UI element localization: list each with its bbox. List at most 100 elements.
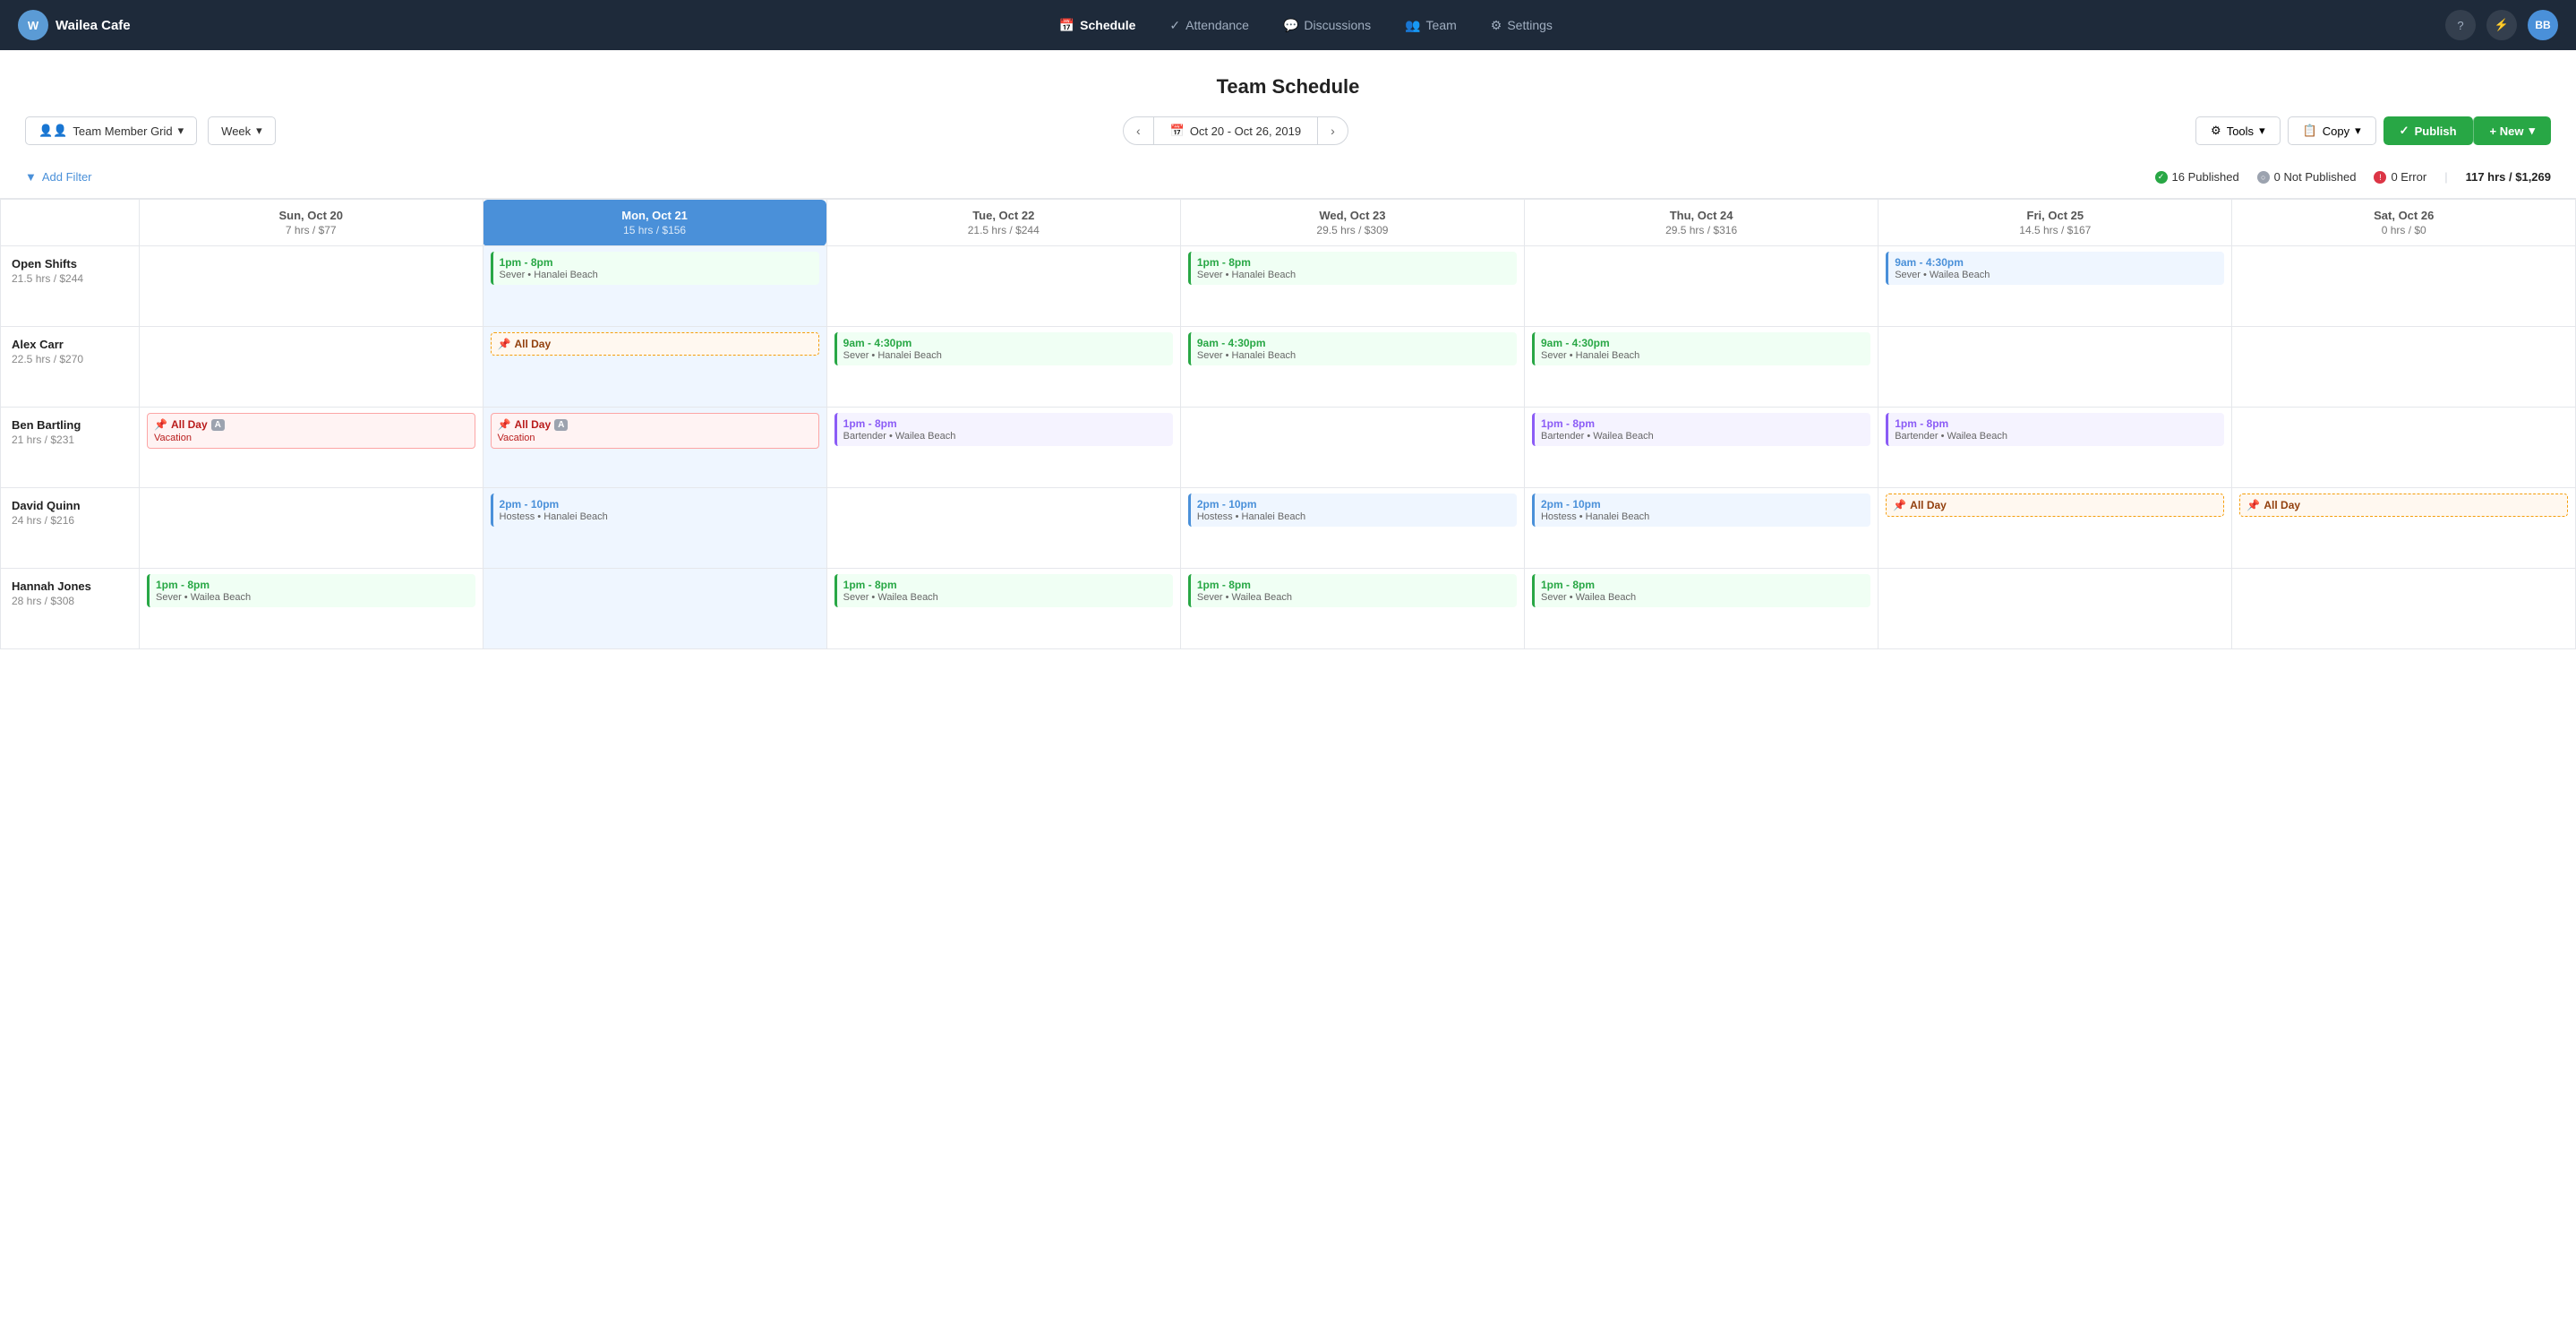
empty-shift-cell[interactable] — [2232, 569, 2576, 649]
shift-cell[interactable]: 📌 All Day — [1879, 488, 2232, 569]
not-published-stat: ○ 0 Not Published — [2257, 170, 2357, 184]
shift-cell[interactable]: 9am - 4:30pm Sever • Hanalei Beach — [1524, 327, 1878, 408]
week-selector[interactable]: Week ▾ — [208, 116, 276, 145]
table-row: David Quinn 24 hrs / $216 2pm - 10pm Hos… — [1, 488, 2576, 569]
shift-cell[interactable]: 1pm - 8pm Sever • Wailea Beach — [1180, 569, 1524, 649]
shift-card[interactable]: 2pm - 10pm Hostess • Hanalei Beach — [491, 494, 819, 527]
shift-cell[interactable]: 1pm - 8pm Sever • Wailea Beach — [1524, 569, 1878, 649]
shift-cell[interactable]: 1pm - 8pm Bartender • Wailea Beach — [1524, 408, 1878, 488]
shift-location: Sever • Wailea Beach — [1895, 270, 2218, 280]
shift-cell[interactable]: 1pm - 8pm Sever • Wailea Beach — [140, 569, 484, 649]
empty-shift-cell[interactable] — [826, 488, 1180, 569]
view-selector[interactable]: 👤👤 Team Member Grid ▾ — [25, 116, 197, 145]
shift-cell[interactable]: 1pm - 8pm Sever • Hanalei Beach — [1180, 246, 1524, 327]
empty-shift-cell[interactable] — [2232, 246, 2576, 327]
nav-links: 📅 Schedule ✓ Attendance 💬 Discussions 👥 … — [167, 11, 2445, 40]
employee-name-cell: Alex Carr 22.5 hrs / $270 — [1, 327, 140, 408]
nav-settings[interactable]: ⚙ Settings — [1476, 11, 1567, 40]
shift-card[interactable]: 1pm - 8pm Bartender • Wailea Beach — [1532, 413, 1870, 446]
empty-shift-cell[interactable] — [140, 327, 484, 408]
calendar-icon-2: 📅 — [1170, 124, 1185, 138]
shift-cell[interactable]: 📌 All Day — [483, 327, 826, 408]
shift-time: 1pm - 8pm — [1197, 256, 1511, 269]
day-sub: 7 hrs / $77 — [150, 224, 472, 236]
empty-shift-cell[interactable] — [2232, 327, 2576, 408]
add-filter-button[interactable]: ▼ Add Filter — [25, 170, 92, 184]
shift-card[interactable]: 9am - 4:30pm Sever • Hanalei Beach — [1188, 332, 1517, 365]
empty-shift-cell[interactable] — [826, 246, 1180, 327]
shift-card[interactable]: 2pm - 10pm Hostess • Hanalei Beach — [1188, 494, 1517, 527]
shift-card[interactable]: 9am - 4:30pm Sever • Hanalei Beach — [1532, 332, 1870, 365]
table-row: Alex Carr 22.5 hrs / $270 📌 All Day 9am … — [1, 327, 2576, 408]
all-day-label: All Day — [171, 418, 208, 431]
users-icon: 👥 — [1405, 18, 1420, 33]
empty-shift-cell[interactable] — [1879, 569, 2232, 649]
allday-card[interactable]: 📌 All Day — [2239, 494, 2568, 517]
empty-shift-cell[interactable] — [140, 246, 484, 327]
all-day-label: All Day — [514, 338, 551, 350]
shift-card[interactable]: 9am - 4:30pm Sever • Hanalei Beach — [834, 332, 1173, 365]
help-button[interactable]: ? — [2445, 10, 2476, 40]
shift-cell[interactable]: 2pm - 10pm Hostess • Hanalei Beach — [1180, 488, 1524, 569]
question-icon: ? — [2457, 19, 2463, 32]
user-avatar[interactable]: BB — [2528, 10, 2558, 40]
empty-shift-cell[interactable] — [2232, 408, 2576, 488]
shift-card[interactable]: 1pm - 8pm Sever • Hanalei Beach — [491, 252, 819, 285]
publish-button[interactable]: ✓ Publish — [2383, 116, 2473, 145]
shift-card[interactable]: 1pm - 8pm Bartender • Wailea Beach — [1886, 413, 2224, 446]
shift-location: Hostess • Hanalei Beach — [1197, 511, 1511, 522]
shift-cell[interactable]: 9am - 4:30pm Sever • Hanalei Beach — [1180, 327, 1524, 408]
shift-cell[interactable]: 1pm - 8pm Bartender • Wailea Beach — [826, 408, 1180, 488]
shift-card[interactable]: 1pm - 8pm Sever • Hanalei Beach — [1188, 252, 1517, 285]
empty-shift-cell[interactable] — [140, 488, 484, 569]
day-header-1: Mon, Oct 21 15 hrs / $156 — [483, 200, 826, 246]
tools-button[interactable]: ⚙ Tools ▾ — [2195, 116, 2281, 145]
new-button[interactable]: + New ▾ — [2473, 116, 2551, 145]
shift-card[interactable]: 1pm - 8pm Sever • Wailea Beach — [1188, 574, 1517, 607]
shift-cell[interactable]: 1pm - 8pm Sever • Hanalei Beach — [483, 246, 826, 327]
day-header-0: Sun, Oct 20 7 hrs / $77 — [140, 200, 484, 246]
nav-schedule[interactable]: 📅 Schedule — [1045, 11, 1151, 40]
shift-cell[interactable]: 1pm - 8pm Bartender • Wailea Beach — [1879, 408, 2232, 488]
nav-attendance[interactable]: ✓ Attendance — [1155, 11, 1263, 40]
shift-cell[interactable]: 9am - 4:30pm Sever • Wailea Beach — [1879, 246, 2232, 327]
allday-card[interactable]: 📌 All Day — [1886, 494, 2224, 517]
shift-cell[interactable]: 📌 All Day A Vacation — [140, 408, 484, 488]
empty-shift-cell[interactable] — [1524, 246, 1878, 327]
allday-card[interactable]: 📌 All Day — [491, 332, 819, 356]
shift-card[interactable]: 9am - 4:30pm Sever • Wailea Beach — [1886, 252, 2224, 285]
empty-shift-cell[interactable] — [483, 569, 826, 649]
shift-cell[interactable]: 9am - 4:30pm Sever • Hanalei Beach — [826, 327, 1180, 408]
prev-week-button[interactable]: ‹ — [1124, 117, 1153, 144]
pin-icon-orange: 📌 — [2247, 499, 2260, 511]
shift-card[interactable]: 2pm - 10pm Hostess • Hanalei Beach — [1532, 494, 1870, 527]
copy-button[interactable]: 📋 Copy ▾ — [2288, 116, 2376, 145]
empty-shift-cell[interactable] — [1180, 408, 1524, 488]
nav-team[interactable]: 👥 Team — [1391, 11, 1471, 40]
notifications-button[interactable]: ⚡ — [2486, 10, 2517, 40]
shift-time: 1pm - 8pm — [156, 579, 469, 591]
shift-cell[interactable]: 2pm - 10pm Hostess • Hanalei Beach — [1524, 488, 1878, 569]
shift-time: 9am - 4:30pm — [1541, 337, 1864, 349]
day-label: Fri, Oct 25 — [1889, 209, 2221, 222]
shift-card[interactable]: 1pm - 8pm Bartender • Wailea Beach — [834, 413, 1173, 446]
shift-card[interactable]: 1pm - 8pm Sever • Wailea Beach — [834, 574, 1173, 607]
shift-cell[interactable]: 2pm - 10pm Hostess • Hanalei Beach — [483, 488, 826, 569]
shift-cell[interactable]: 📌 All Day — [2232, 488, 2576, 569]
all-day-label: All Day — [1910, 499, 1947, 511]
vacation-card[interactable]: 📌 All Day A Vacation — [491, 413, 819, 449]
brand-logo[interactable]: W Wailea Cafe — [18, 10, 131, 40]
next-week-button[interactable]: › — [1318, 117, 1348, 144]
day-header-4: Thu, Oct 24 29.5 hrs / $316 — [1524, 200, 1878, 246]
nav-discussions[interactable]: 💬 Discussions — [1269, 11, 1385, 40]
stat-separator: | — [2444, 170, 2447, 184]
shift-card[interactable]: 1pm - 8pm Sever • Wailea Beach — [147, 574, 475, 607]
shift-time: 1pm - 8pm — [1197, 579, 1511, 591]
shift-cell[interactable]: 📌 All Day A Vacation — [483, 408, 826, 488]
shift-card[interactable]: 1pm - 8pm Sever • Wailea Beach — [1532, 574, 1870, 607]
empty-shift-cell[interactable] — [1879, 327, 2232, 408]
vacation-card[interactable]: 📌 All Day A Vacation — [147, 413, 475, 449]
shift-cell[interactable]: 1pm - 8pm Sever • Wailea Beach — [826, 569, 1180, 649]
table-row: Open Shifts 21.5 hrs / $244 1pm - 8pm Se… — [1, 246, 2576, 327]
schedule-body: Open Shifts 21.5 hrs / $244 1pm - 8pm Se… — [1, 246, 2576, 649]
